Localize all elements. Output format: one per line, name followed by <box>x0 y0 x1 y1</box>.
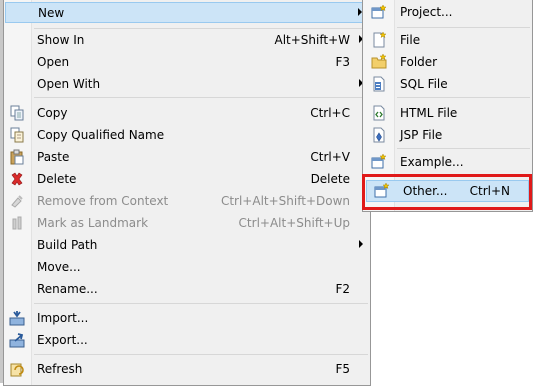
new-file-icon <box>371 32 387 48</box>
menu-item-shortcut: F5 <box>335 362 350 376</box>
menu-item-label: Mark as Landmark <box>37 216 149 230</box>
menu-item-copy-qualified-name[interactable]: Copy Qualified Name <box>5 125 369 146</box>
menu-item-open-with[interactable]: Open With <box>5 74 369 95</box>
jsp-file-icon <box>371 127 387 143</box>
paste-icon <box>9 149 25 165</box>
html-file-icon <box>371 105 387 121</box>
menu-item-shortcut: Ctrl+V <box>310 150 350 164</box>
menu-item-shortcut: Delete <box>310 172 350 186</box>
new-folder-icon <box>371 54 387 70</box>
menu-item-new[interactable]: New <box>5 2 369 23</box>
menu-item-label: HTML File <box>400 106 458 120</box>
copy-icon <box>9 105 25 121</box>
menu-item-label: Import... <box>37 311 89 325</box>
context-menu: New Show In Alt+Shift+W Open F3 Open Wit… <box>3 0 371 386</box>
menu-item-label: Open With <box>37 77 101 91</box>
new-project-icon <box>371 4 387 20</box>
highlight-callout-box <box>362 174 532 210</box>
copy-qualified-name-icon <box>9 127 25 143</box>
menu-item-shortcut: F3 <box>335 55 350 69</box>
submenu-item-html-file[interactable]: HTML File <box>364 103 531 124</box>
menu-item-build-path[interactable]: Build Path <box>5 235 369 256</box>
menu-item-label: Open <box>37 55 70 69</box>
submenu-item-file[interactable]: File <box>364 30 531 51</box>
menu-item-label: Project... <box>400 5 453 19</box>
menu-item-label: Move... <box>37 260 81 274</box>
menu-separator <box>397 97 530 98</box>
menu-separator <box>397 27 530 28</box>
submenu-item-example[interactable]: Example... <box>364 152 531 173</box>
menu-item-paste[interactable]: Paste Ctrl+V <box>5 147 369 168</box>
menu-item-label: New <box>38 6 65 20</box>
menu-item-label: JSP File <box>400 128 443 142</box>
submenu-item-jsp-file[interactable]: JSP File <box>364 125 531 146</box>
menu-item-label: Rename... <box>37 282 98 296</box>
export-icon <box>9 332 25 348</box>
menu-separator <box>34 303 368 304</box>
refresh-icon <box>9 361 25 377</box>
menu-item-shortcut: Ctrl+Alt+Shift+Up <box>238 216 350 230</box>
sql-file-icon <box>371 76 387 92</box>
menu-item-open[interactable]: Open F3 <box>5 52 369 73</box>
submenu-item-folder[interactable]: Folder <box>364 52 531 73</box>
menu-separator <box>34 354 368 355</box>
menu-item-shortcut: Ctrl+C <box>310 106 350 120</box>
menu-item-shortcut: Ctrl+Alt+Shift+Down <box>220 194 350 208</box>
menu-item-copy[interactable]: Copy Ctrl+C <box>5 103 369 124</box>
menu-item-refresh[interactable]: Refresh F5 <box>5 359 369 380</box>
menu-item-label: Folder <box>400 55 438 69</box>
menu-item-shortcut: Alt+Shift+W <box>274 33 351 47</box>
menu-item-import[interactable]: Import... <box>5 308 369 329</box>
menu-separator <box>34 28 368 29</box>
menu-item-rename[interactable]: Rename... F2 <box>5 279 369 300</box>
import-icon <box>9 310 25 326</box>
menu-item-remove-from-context[interactable]: Remove from Context Ctrl+Alt+Shift+Down <box>5 191 369 212</box>
menu-item-move[interactable]: Move... <box>5 257 369 278</box>
remove-from-context-icon <box>9 193 25 209</box>
menu-item-label: Refresh <box>37 362 83 376</box>
menu-item-label: File <box>400 33 421 47</box>
menu-item-label: Build Path <box>37 238 98 252</box>
menu-item-label: Copy Qualified Name <box>37 128 165 142</box>
menu-item-label: SQL File <box>400 77 448 91</box>
menu-item-label: Example... <box>400 155 464 169</box>
menu-separator <box>397 148 530 149</box>
menu-item-show-in[interactable]: Show In Alt+Shift+W <box>5 30 369 51</box>
example-icon <box>371 154 387 170</box>
submenu-arrow-icon <box>359 240 363 248</box>
menu-item-label: Export... <box>37 333 88 347</box>
menu-item-delete[interactable]: Delete Delete <box>5 169 369 190</box>
landmark-icon <box>9 215 25 231</box>
menu-item-export[interactable]: Export... <box>5 330 369 351</box>
menu-item-shortcut: F2 <box>335 282 350 296</box>
submenu-item-sql-file[interactable]: SQL File <box>364 74 531 95</box>
submenu-item-project[interactable]: Project... <box>364 2 531 23</box>
menu-separator <box>34 97 368 98</box>
menu-item-label: Show In <box>37 33 85 47</box>
menu-item-label: Delete <box>37 172 77 186</box>
menu-item-label: Remove from Context <box>37 194 169 208</box>
menu-item-label: Copy <box>37 106 68 120</box>
menu-item-label: Paste <box>37 150 70 164</box>
delete-icon <box>9 171 25 187</box>
menu-item-mark-as-landmark[interactable]: Mark as Landmark Ctrl+Alt+Shift+Up <box>5 213 369 234</box>
